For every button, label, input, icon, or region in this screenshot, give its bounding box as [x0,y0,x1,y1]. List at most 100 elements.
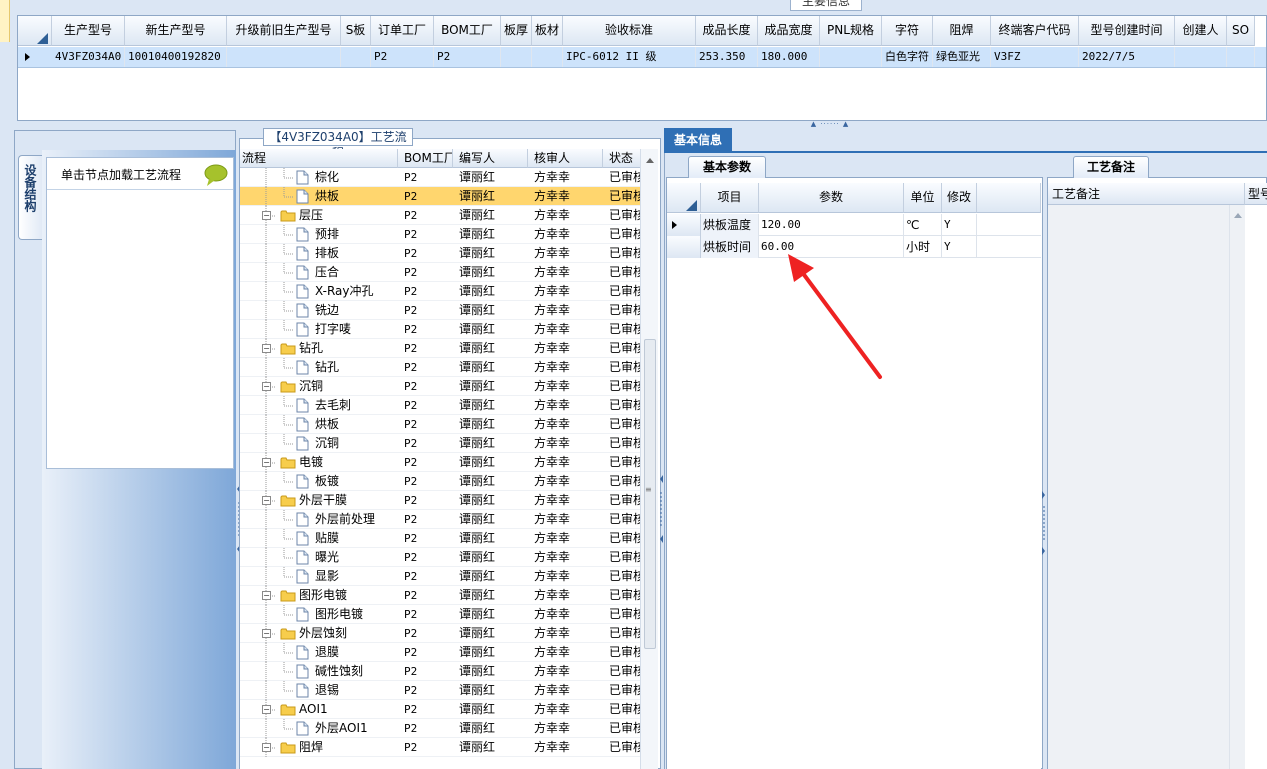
basic-info-header-tab[interactable]: 基本信息 [664,128,732,152]
collapse-toggle-icon[interactable]: − [262,458,271,467]
main-info-cell[interactable]: P2 [434,47,501,67]
row-header[interactable] [667,236,701,258]
tree-step-row[interactable]: 打字唛 P2 谭丽红 方幸幸 已审核 [240,320,645,339]
main-info-col-header[interactable]: PNL规格 [820,16,882,46]
main-info-cell[interactable] [501,47,532,67]
collapse-toggle-icon[interactable]: − [262,211,271,220]
tree-step-row[interactable]: 显影 P2 谭丽红 方幸幸 已审核 [240,567,645,586]
main-info-cell[interactable] [1175,47,1227,67]
main-info-col-header[interactable]: 阻焊 [933,16,991,46]
main-info-col-header[interactable]: 新生产型号 [125,16,227,46]
tree-step-row[interactable]: 图形电镀 P2 谭丽红 方幸幸 已审核 [240,605,645,624]
equipment-tree-box[interactable]: 单击节点加载工艺流程 [46,157,234,469]
tree-step-row[interactable]: 棕化 P2 谭丽红 方幸幸 已审核 [240,168,645,187]
tree-folder-row[interactable]: − 层压 P2 谭丽红 方幸幸 已审核 [240,206,645,225]
process-notes-scrollbar[interactable] [1229,205,1245,769]
collapse-toggle-icon[interactable]: − [262,743,271,752]
param-cell-item[interactable]: 烘板时间 [701,236,759,258]
tree-step-row[interactable]: 排板 P2 谭丽红 方幸幸 已审核 [240,244,645,263]
tree-step-row[interactable]: 钻孔 P2 谭丽红 方幸幸 已审核 [240,358,645,377]
param-cell-unit[interactable]: ℃ [904,214,942,236]
main-info-cell[interactable] [532,47,563,67]
grid-corner[interactable] [18,16,52,46]
main-info-cell[interactable]: 10010400192820 [125,47,227,67]
main-info-col-header[interactable]: 字符 [882,16,933,46]
main-info-cell[interactable] [820,47,882,67]
main-info-cell[interactable]: 4V3FZ034A0 [52,47,125,67]
tree-step-row[interactable]: 铣边 P2 谭丽红 方幸幸 已审核 [240,301,645,320]
equipment-vertical-tab[interactable]: 设备结构 [18,155,42,240]
tree-step-row[interactable]: 烘板 P2 谭丽红 方幸幸 已审核 [240,415,645,434]
process-notes-tab[interactable]: 工艺备注 [1073,156,1149,178]
tree-step-row[interactable]: X-Ray冲孔 P2 谭丽红 方幸幸 已审核 [240,282,645,301]
tree-folder-row[interactable]: − 外层干膜 P2 谭丽红 方幸幸 已审核 [240,491,645,510]
main-info-cell[interactable]: 绿色亚光 [933,47,991,67]
process-notes-header[interactable]: 工艺备注 [1048,183,1245,205]
tree-step-row[interactable]: 板镀 P2 谭丽红 方幸幸 已审核 [240,472,645,491]
main-info-col-header[interactable]: SO [1227,16,1255,46]
tree-step-row[interactable]: 沉铜 P2 谭丽红 方幸幸 已审核 [240,434,645,453]
tree-step-row[interactable]: 压合 P2 谭丽红 方幸幸 已审核 [240,263,645,282]
tree-folder-row[interactable]: − 阻焊 P2 谭丽红 方幸幸 已审核 [240,738,645,757]
row-header[interactable] [667,214,701,236]
main-info-cell[interactable]: 180.000 [758,47,820,67]
params-col-header[interactable]: 项目 [701,183,759,213]
main-info-col-header[interactable]: 生产型号 [52,16,125,46]
collapse-toggle-icon[interactable]: − [262,629,271,638]
tree-step-row[interactable]: 外层AOI1 P2 谭丽红 方幸幸 已审核 [240,719,645,738]
tree-folder-row[interactable]: − 图形电镀 P2 谭丽红 方幸幸 已审核 [240,586,645,605]
flow-scrollbar[interactable]: ≡ [640,149,658,769]
main-info-row[interactable]: 4V3FZ034A0 10010400192820 P2 P2 IPC-6012 II … [18,47,1266,68]
main-info-col-header[interactable]: 板厚 [501,16,532,46]
main-info-cell[interactable]: 2022/7/5 [1079,47,1175,67]
collapse-toggle-icon[interactable]: − [262,382,271,391]
tree-step-row[interactable]: 贴膜 P2 谭丽红 方幸幸 已审核 [240,529,645,548]
main-info-col-header[interactable]: 创建人 [1175,16,1227,46]
tree-step-row[interactable]: 碱性蚀刻 P2 谭丽红 方幸幸 已审核 [240,662,645,681]
tree-step-row[interactable]: 退锡 P2 谭丽红 方幸幸 已审核 [240,681,645,700]
splitter-handle[interactable]: ▲ ······ ▲ [797,121,863,128]
scroll-up-icon[interactable] [641,152,658,168]
tree-step-row[interactable]: 预排 P2 谭丽红 方幸幸 已审核 [240,225,645,244]
main-info-col-header[interactable]: 成品宽度 [758,16,820,46]
main-info-col-header[interactable]: BOM工厂 [434,16,501,46]
tree-folder-row[interactable]: − 外层蚀刻 P2 谭丽红 方幸幸 已审核 [240,624,645,643]
main-info-cell[interactable]: 白色字符 [882,47,933,67]
param-cell-modified[interactable]: Y [942,214,977,236]
params-col-header[interactable]: 参数 [759,183,904,213]
params-corner[interactable] [667,183,701,213]
tree-folder-row[interactable]: − AOI1 P2 谭丽红 方幸幸 已审核 [240,700,645,719]
tree-step-row[interactable]: 外层前处理 P2 谭丽红 方幸幸 已审核 [240,510,645,529]
collapse-toggle-icon[interactable]: − [262,496,271,505]
tree-folder-row[interactable]: − 钻孔 P2 谭丽红 方幸幸 已审核 [240,339,645,358]
main-info-col-header[interactable]: 升级前旧生产型号 [227,16,341,46]
param-row[interactable]: 烘板温度 120.00 ℃ Y [667,214,1041,236]
main-info-cell[interactable] [227,47,341,67]
main-info-col-header[interactable]: 成品长度 [696,16,758,46]
main-info-col-header[interactable]: 终端客户代码 [991,16,1079,46]
main-info-col-header[interactable]: 型号创建时间 [1079,16,1175,46]
main-info-cell[interactable]: V3FZ [991,47,1079,67]
params-col-header[interactable]: 修改 [942,183,977,213]
main-info-cell[interactable] [1227,47,1255,67]
tree-step-row[interactable]: 去毛刺 P2 谭丽红 方幸幸 已审核 [240,396,645,415]
param-cell-modified[interactable]: Y [942,236,977,258]
param-cell-unit[interactable]: 小时 [904,236,942,258]
main-info-cell[interactable]: P2 [371,47,434,67]
collapse-toggle-icon[interactable]: − [262,705,271,714]
main-info-cell[interactable] [341,47,371,67]
model-header[interactable]: 型号 [1245,183,1267,205]
scroll-thumb[interactable] [644,339,656,649]
tree-step-row[interactable]: 曝光 P2 谭丽红 方幸幸 已审核 [240,548,645,567]
param-cell-value[interactable]: 120.00 [759,214,904,236]
main-info-cell[interactable]: IPC-6012 II 级 [563,47,696,67]
tree-step-row[interactable]: 烘板 P2 谭丽红 方幸幸 已审核 [240,187,645,206]
main-info-col-header[interactable]: 板材 [532,16,563,46]
main-info-col-header[interactable]: 订单工厂 [371,16,434,46]
scroll-up-icon[interactable] [1230,208,1246,222]
collapse-toggle-icon[interactable]: − [262,591,271,600]
params-col-header[interactable]: 单位 [904,183,942,213]
main-info-col-header[interactable]: S板 [341,16,371,46]
tree-folder-row[interactable]: − 沉铜 P2 谭丽红 方幸幸 已审核 [240,377,645,396]
tree-step-row[interactable]: 退膜 P2 谭丽红 方幸幸 已审核 [240,643,645,662]
